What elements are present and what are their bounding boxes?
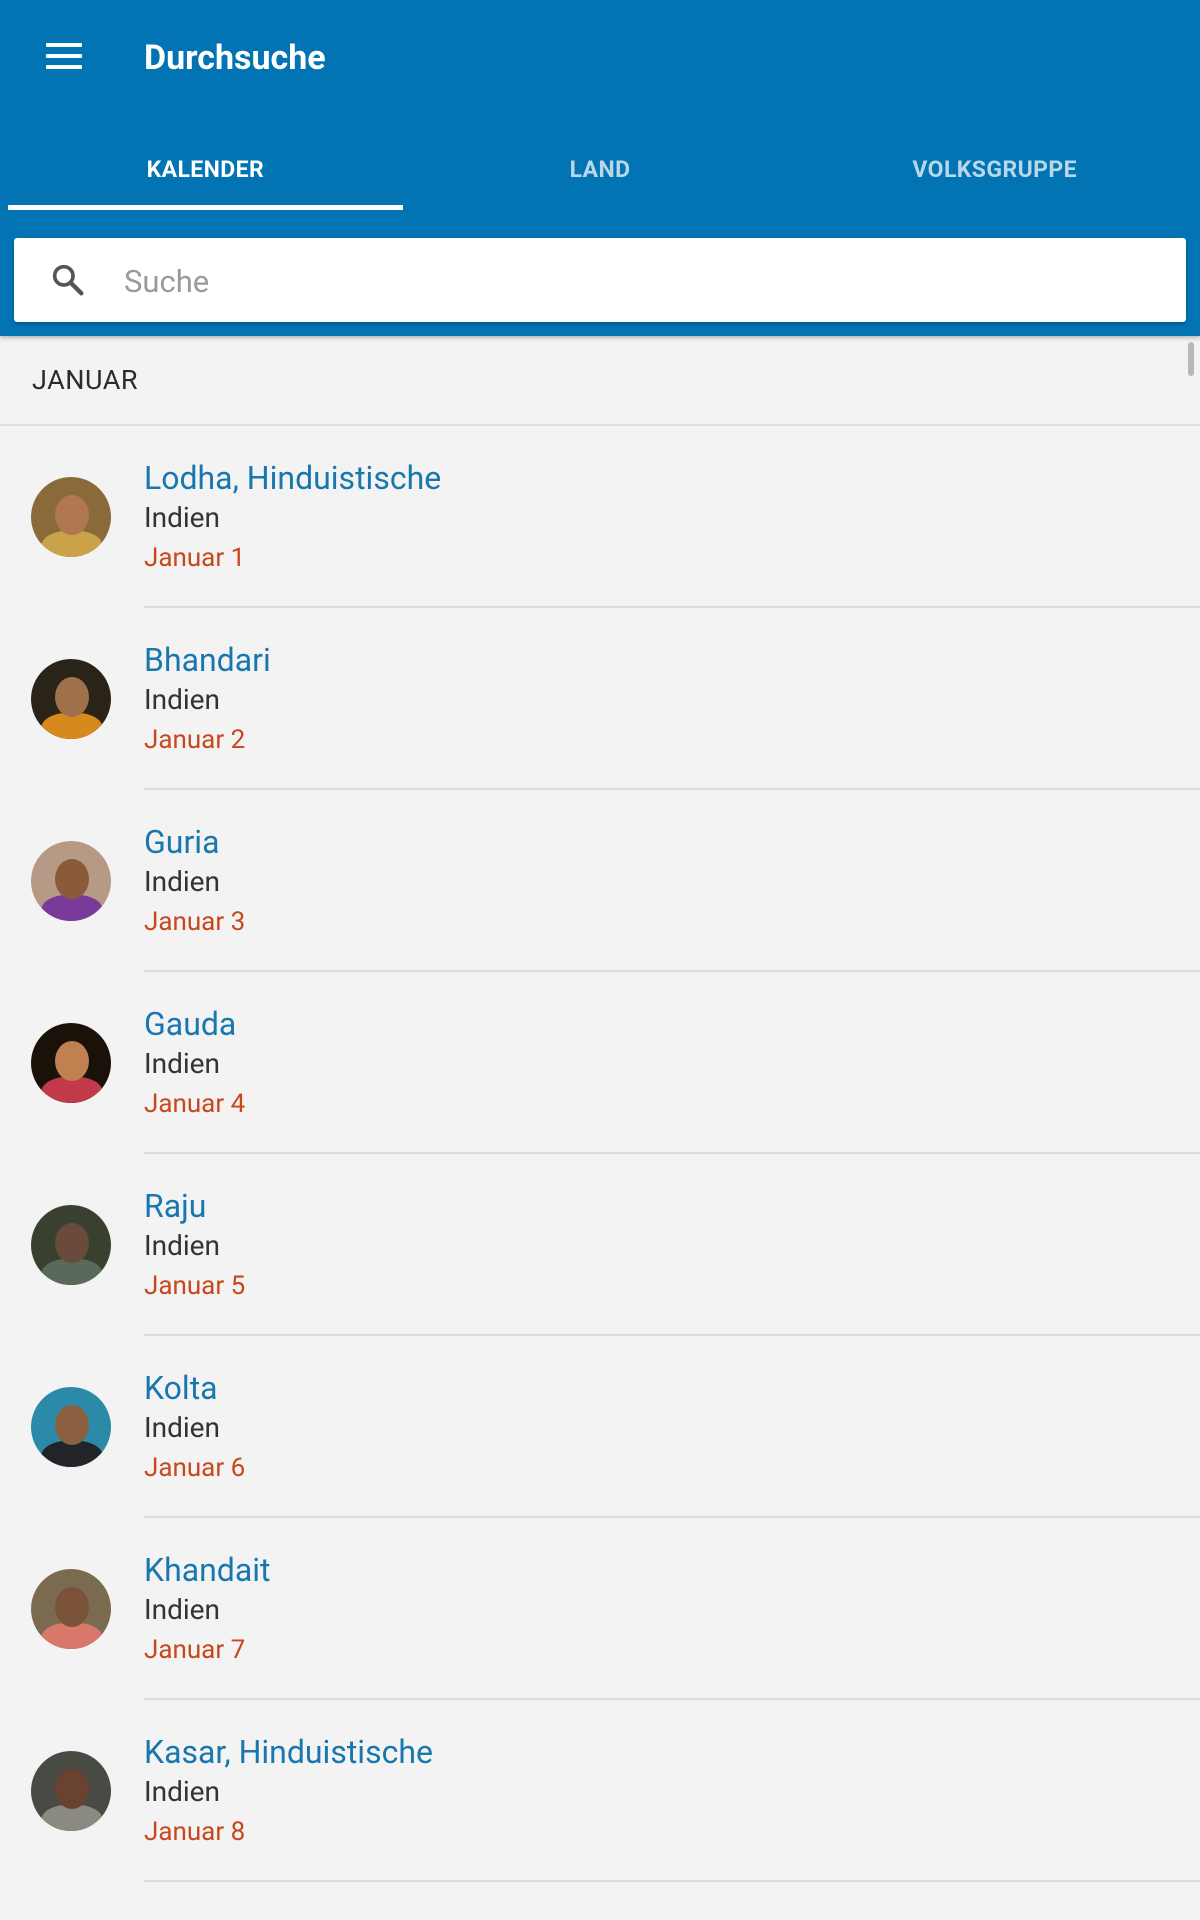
avatar-figure-face — [55, 677, 89, 717]
scrollbar[interactable] — [1188, 342, 1194, 376]
item-name: Guria — [144, 823, 220, 861]
list-item[interactable]: Kasar, Hinduistische Indien Januar 8 — [0, 1700, 1200, 1882]
list-item[interactable]: Lodha, Hinduistische Indien Januar 1 — [0, 426, 1200, 608]
page-title: Durchsuche — [144, 38, 326, 78]
item-country: Indien — [144, 1229, 220, 1262]
list-item[interactable]: Khandait Indien Januar 7 — [0, 1518, 1200, 1700]
item-country: Indien — [144, 501, 220, 534]
avatar — [31, 1569, 111, 1649]
avatar-figure-face — [55, 859, 89, 899]
item-name: Bhandari — [144, 641, 271, 679]
avatar — [31, 1205, 111, 1285]
item-date: Januar 5 — [144, 1271, 246, 1301]
menu-button[interactable] — [30, 26, 98, 86]
item-date: Januar 2 — [144, 725, 246, 755]
list-item[interactable]: Kolta Indien Januar 6 — [0, 1336, 1200, 1518]
people-group-list: Lodha, Hinduistische Indien Januar 1 Bhanda… — [0, 426, 1200, 1882]
avatar-figure-face — [55, 495, 89, 535]
list-item[interactable]: Bhandari Indien Januar 2 — [0, 608, 1200, 790]
item-name: Kasar, Hinduistische — [144, 1733, 433, 1771]
avatar — [31, 1387, 111, 1467]
tab-bar: KALENDER LAND VOLKSGRUPPE — [8, 128, 1192, 210]
list-item[interactable]: Gauda Indien Januar 4 — [0, 972, 1200, 1154]
avatar-figure-face — [55, 1041, 89, 1081]
item-name: Gauda — [144, 1005, 237, 1043]
item-country: Indien — [144, 1593, 220, 1626]
item-date: Januar 4 — [144, 1089, 246, 1119]
item-country: Indien — [144, 1411, 220, 1444]
tab-label: KALENDER — [146, 155, 265, 183]
item-date: Januar 3 — [144, 907, 246, 937]
item-date: Januar 6 — [144, 1453, 246, 1483]
tab-label: LAND — [569, 155, 631, 183]
search-box[interactable] — [14, 238, 1186, 322]
search-icon — [52, 264, 84, 296]
item-country: Indien — [144, 683, 220, 716]
item-date: Januar 1 — [144, 543, 246, 573]
item-country: Indien — [144, 1047, 220, 1080]
tab-active-indicator — [8, 205, 403, 210]
tab-label: VOLKSGRUPPE — [912, 155, 1077, 183]
avatar — [31, 477, 111, 557]
item-name: Kolta — [144, 1369, 218, 1407]
avatar-figure-face — [55, 1587, 89, 1627]
avatar-figure-face — [55, 1223, 89, 1263]
item-name: Raju — [144, 1187, 207, 1225]
tab-land[interactable]: LAND — [403, 128, 798, 210]
tab-volksgruppe[interactable]: VOLKSGRUPPE — [797, 128, 1192, 210]
avatar — [31, 659, 111, 739]
list-item[interactable]: Raju Indien Januar 5 — [0, 1154, 1200, 1336]
tab-kalender[interactable]: KALENDER — [8, 128, 403, 210]
hamburger-menu-icon-line — [46, 65, 82, 69]
item-name: Lodha, Hinduistische — [144, 459, 442, 497]
item-date: Januar 8 — [144, 1817, 246, 1847]
item-name: Khandait — [144, 1551, 271, 1589]
hamburger-menu-icon-line — [46, 54, 82, 58]
avatar — [31, 841, 111, 921]
item-country: Indien — [144, 1775, 220, 1808]
avatar — [31, 1023, 111, 1103]
list-item[interactable]: Guria Indien Januar 3 — [0, 790, 1200, 972]
item-date: Januar 7 — [144, 1635, 246, 1665]
section-header: JANUAR — [0, 336, 1200, 426]
avatar-figure-face — [55, 1405, 89, 1445]
hamburger-menu-icon — [46, 43, 82, 47]
search-input[interactable] — [122, 252, 1166, 310]
avatar — [31, 1751, 111, 1831]
avatar-figure-face — [55, 1769, 89, 1809]
item-country: Indien — [144, 865, 220, 898]
app-bar: Durchsuche KALENDER LAND VOLKSGRUPPE — [0, 0, 1200, 336]
divider — [144, 1880, 1200, 1882]
section-header-label: JANUAR — [32, 364, 138, 396]
